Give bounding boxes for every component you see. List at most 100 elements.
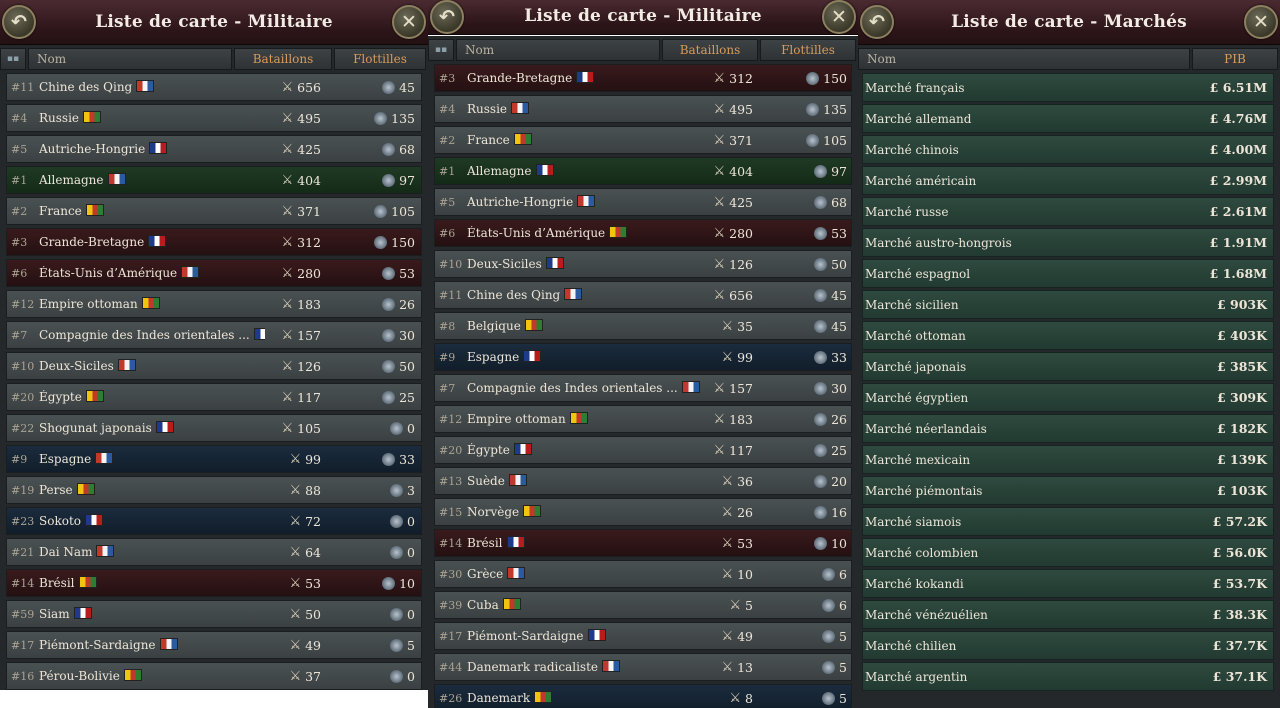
country-name[interactable]: Suède bbox=[467, 474, 701, 488]
market-row[interactable]: Marché espagnol £ 1.68M bbox=[862, 259, 1274, 288]
country-name[interactable]: Brésil bbox=[39, 576, 265, 590]
market-name[interactable]: Marché ottoman bbox=[863, 329, 1217, 343]
select-all-toggle[interactable]: ▪▪ bbox=[428, 39, 454, 61]
country-row[interactable]: #20 Égypte ⚔ 117 25 bbox=[434, 436, 852, 464]
country-row[interactable]: #4 Russie ⚔ 495 135 bbox=[6, 104, 422, 132]
column-battalions-header[interactable]: Bataillons bbox=[234, 48, 332, 70]
column-flotillas-header[interactable]: Flottilles bbox=[760, 39, 856, 61]
column-battalions-header[interactable]: Bataillons bbox=[662, 39, 758, 61]
country-row[interactable]: #20 Égypte ⚔ 117 25 bbox=[6, 383, 422, 411]
market-name[interactable]: Marché russe bbox=[863, 205, 1210, 219]
close-button[interactable]: ✕ bbox=[1244, 5, 1278, 39]
country-name[interactable]: Espagne bbox=[467, 350, 701, 364]
country-name[interactable]: Égypte bbox=[39, 390, 265, 404]
country-row[interactable]: #30 Grèce ⚔ 10 6 bbox=[434, 560, 852, 588]
country-row[interactable]: #9 Espagne ⚔ 99 33 bbox=[434, 343, 852, 371]
market-name[interactable]: Marché espagnol bbox=[863, 267, 1210, 281]
market-row[interactable]: Marché américain £ 2.99M bbox=[862, 166, 1274, 195]
country-row[interactable]: #7 Compagnie des Indes orientales ... ⚔ 157… bbox=[434, 374, 852, 402]
country-row[interactable]: #13 Suède ⚔ 36 20 bbox=[434, 467, 852, 495]
country-name[interactable]: Allemagne bbox=[39, 173, 265, 187]
country-name[interactable]: Norvège bbox=[467, 505, 701, 519]
market-row[interactable]: Marché russe £ 2.61M bbox=[862, 197, 1274, 226]
market-row[interactable]: Marché néerlandais £ 182K bbox=[862, 414, 1274, 443]
country-name[interactable]: Chine des Qing bbox=[467, 288, 701, 302]
country-row[interactable]: #19 Perse ⚔ 88 3 bbox=[6, 476, 422, 504]
market-row[interactable]: Marché chinois £ 4.00M bbox=[862, 135, 1274, 164]
country-row[interactable]: #22 Shogunat japonais ⚔ 105 0 bbox=[6, 414, 422, 442]
market-name[interactable]: Marché japonais bbox=[863, 360, 1217, 374]
country-name[interactable]: Piémont-Sardaigne bbox=[39, 638, 265, 652]
close-button[interactable]: ✕ bbox=[822, 0, 856, 34]
market-name[interactable]: Marché français bbox=[863, 81, 1210, 95]
market-name[interactable]: Marché piémontais bbox=[863, 484, 1217, 498]
country-name[interactable]: France bbox=[467, 133, 701, 147]
country-name[interactable]: Cuba bbox=[467, 598, 701, 612]
country-row[interactable]: #1 Allemagne ⚔ 404 97 bbox=[6, 166, 422, 194]
market-name[interactable]: Marché chilien bbox=[863, 639, 1213, 653]
column-name-header[interactable]: Nom bbox=[858, 48, 1190, 70]
market-name[interactable]: Marché américain bbox=[863, 174, 1210, 188]
country-name[interactable]: Compagnie des Indes orientales ... bbox=[39, 328, 265, 342]
country-name[interactable]: Deux-Siciles bbox=[467, 257, 701, 271]
country-name[interactable]: États-Unis d’Amérique bbox=[467, 226, 701, 240]
country-row[interactable]: #2 France ⚔ 371 105 bbox=[6, 197, 422, 225]
country-row[interactable]: #3 Grande-Bretagne ⚔ 312 150 bbox=[434, 64, 852, 92]
back-button[interactable]: ↶ bbox=[860, 5, 894, 39]
country-row[interactable]: #5 Autriche-Hongrie ⚔ 425 68 bbox=[434, 188, 852, 216]
market-name[interactable]: Marché colombien bbox=[863, 546, 1213, 560]
market-row[interactable]: Marché japonais £ 385K bbox=[862, 352, 1274, 381]
country-row[interactable]: #44 Danemark radicaliste ⚔ 13 5 bbox=[434, 653, 852, 681]
market-name[interactable]: Marché égyptien bbox=[863, 391, 1217, 405]
market-name[interactable]: Marché siamois bbox=[863, 515, 1213, 529]
country-name[interactable]: Compagnie des Indes orientales ... bbox=[467, 381, 701, 395]
country-row[interactable]: #12 Empire ottoman ⚔ 183 26 bbox=[6, 290, 422, 318]
country-name[interactable]: Siam bbox=[39, 607, 265, 621]
country-row[interactable]: #5 Autriche-Hongrie ⚔ 425 68 bbox=[6, 135, 422, 163]
back-button[interactable]: ↶ bbox=[2, 5, 36, 39]
select-all-toggle[interactable]: ▪▪ bbox=[0, 48, 26, 70]
country-row[interactable]: #8 Belgique ⚔ 35 45 bbox=[434, 312, 852, 340]
market-name[interactable]: Marché néerlandais bbox=[863, 422, 1217, 436]
market-row[interactable]: Marché égyptien £ 309K bbox=[862, 383, 1274, 412]
market-row[interactable]: Marché kokandi £ 53.7K bbox=[862, 569, 1274, 598]
country-row[interactable]: #26 Danemark ⚔ 8 5 bbox=[434, 684, 852, 708]
country-row[interactable]: #3 Grande-Bretagne ⚔ 312 150 bbox=[6, 228, 422, 256]
country-row[interactable]: #39 Cuba ⚔ 5 6 bbox=[434, 591, 852, 619]
back-button[interactable]: ↶ bbox=[430, 0, 464, 34]
country-name[interactable]: France bbox=[39, 204, 265, 218]
market-row[interactable]: Marché ottoman £ 403K bbox=[862, 321, 1274, 350]
market-row[interactable]: Marché colombien £ 56.0K bbox=[862, 538, 1274, 567]
country-name[interactable]: Russie bbox=[39, 111, 265, 125]
country-row[interactable]: #10 Deux-Siciles ⚔ 126 50 bbox=[6, 352, 422, 380]
country-row[interactable]: #15 Norvège ⚔ 26 16 bbox=[434, 498, 852, 526]
market-name[interactable]: Marché mexicain bbox=[863, 453, 1217, 467]
country-name[interactable]: Pérou-Bolivie bbox=[39, 669, 265, 683]
country-name[interactable]: Russie bbox=[467, 102, 701, 116]
country-name[interactable]: Brésil bbox=[467, 536, 701, 550]
country-name[interactable]: Deux-Siciles bbox=[39, 359, 265, 373]
market-row[interactable]: Marché vénézuélien £ 38.3K bbox=[862, 600, 1274, 629]
market-row[interactable]: Marché allemand £ 4.76M bbox=[862, 104, 1274, 133]
market-name[interactable]: Marché argentin bbox=[863, 670, 1213, 684]
country-name[interactable]: Belgique bbox=[467, 319, 701, 333]
market-row[interactable]: Marché français £ 6.51M bbox=[862, 73, 1274, 102]
country-row[interactable]: #10 Deux-Siciles ⚔ 126 50 bbox=[434, 250, 852, 278]
market-name[interactable]: Marché vénézuélien bbox=[863, 608, 1213, 622]
country-name[interactable]: Danemark bbox=[467, 691, 701, 705]
country-name[interactable]: Dai Nam bbox=[39, 545, 265, 559]
market-row[interactable]: Marché chilien £ 37.7K bbox=[862, 631, 1274, 660]
market-row[interactable]: Marché sicilien £ 903K bbox=[862, 290, 1274, 319]
country-row[interactable]: #23 Sokoto ⚔ 72 0 bbox=[6, 507, 422, 535]
country-name[interactable]: Grande-Bretagne bbox=[39, 235, 265, 249]
market-row[interactable]: Marché mexicain £ 139K bbox=[862, 445, 1274, 474]
country-row[interactable]: #17 Piémont-Sardaigne ⚔ 49 5 bbox=[6, 631, 422, 659]
column-flotillas-header[interactable]: Flottilles bbox=[334, 48, 426, 70]
country-row[interactable]: #12 Empire ottoman ⚔ 183 26 bbox=[434, 405, 852, 433]
country-name[interactable]: Égypte bbox=[467, 443, 701, 457]
country-row[interactable]: #16 Pérou-Bolivie ⚔ 37 0 bbox=[6, 662, 422, 690]
country-row[interactable]: #17 Piémont-Sardaigne ⚔ 49 5 bbox=[434, 622, 852, 650]
country-row[interactable]: #14 Brésil ⚔ 53 10 bbox=[6, 569, 422, 597]
country-name[interactable]: Autriche-Hongrie bbox=[467, 195, 701, 209]
market-name[interactable]: Marché kokandi bbox=[863, 577, 1213, 591]
